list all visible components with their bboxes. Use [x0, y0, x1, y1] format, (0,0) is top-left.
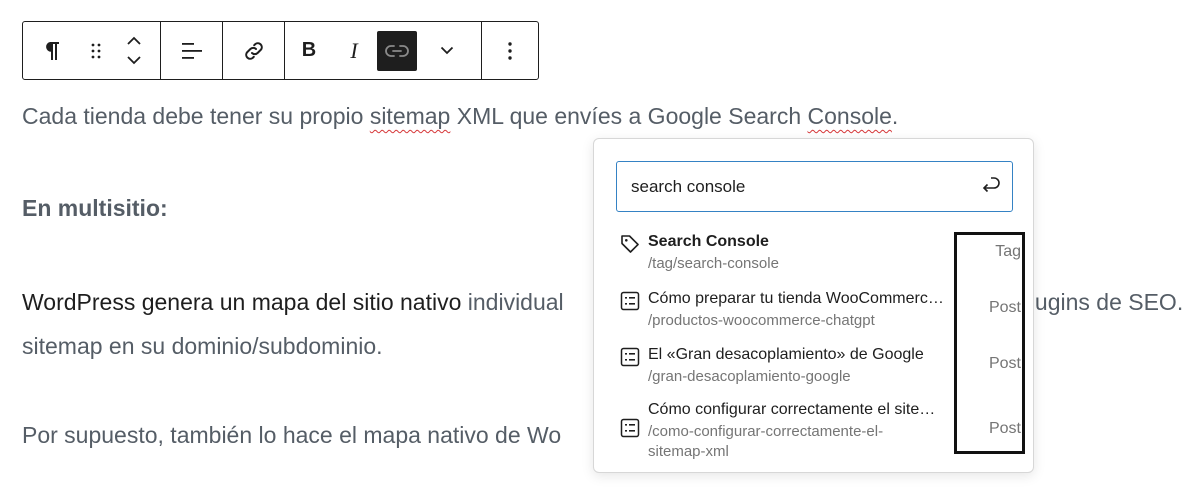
paragraph-5[interactable]: Por supuesto, también lo hace el mapa na…: [22, 416, 561, 454]
link-result-post[interactable]: Cómo preparar tu tienda WooCommerce para…: [612, 288, 952, 331]
link-result-post[interactable]: El «Gran desacoplamiento» de Google /gra…: [612, 344, 952, 387]
result-title: Cómo configurar correctamente el sitemap…: [648, 401, 944, 418]
paragraph-3-right-fragment: plugins de SEO.: [1017, 289, 1184, 315]
align-left-icon: [181, 41, 203, 61]
block-controls-group: [23, 22, 161, 79]
link-search-input[interactable]: [617, 162, 968, 211]
align-group: [161, 22, 223, 79]
unlink-icon: [385, 44, 409, 58]
italic-button[interactable]: I: [333, 22, 375, 79]
result-title: Cómo preparar tu tienda WooCommerce para…: [648, 290, 944, 307]
type-column-highlight: [954, 232, 1025, 454]
align-button[interactable]: [161, 22, 222, 79]
drag-handle-icon: [90, 42, 102, 60]
unlink-active-bg: [377, 30, 417, 71]
more-formatting-button[interactable]: [419, 22, 475, 79]
link-icon: [242, 39, 266, 63]
post-list-icon: [612, 344, 648, 368]
result-url: /tag/search-console: [648, 255, 779, 272]
p1-console-word: Console: [807, 103, 892, 129]
p1-text-middle: XML que envíes a Google Search: [450, 103, 808, 129]
unlink-button[interactable]: [375, 22, 419, 79]
link-popover: Search Console /tag/search-console Tag C…: [593, 138, 1034, 473]
link-result-tag[interactable]: Search Console /tag/search-console: [612, 231, 952, 274]
post-list-icon: [612, 288, 648, 312]
paragraph-4[interactable]: sitemap en su dominio/subdominio.: [22, 327, 383, 365]
link-group: [223, 22, 285, 79]
move-block-buttons[interactable]: [111, 22, 157, 79]
p1-period: .: [891, 103, 899, 129]
link-search-field: [616, 161, 1013, 212]
bold-button[interactable]: B: [285, 22, 333, 79]
link-button[interactable]: [223, 22, 284, 79]
paragraph-3[interactable]: WordPress genera un mapa del sitio nativ…: [22, 283, 564, 321]
block-toolbar: B I: [22, 21, 539, 80]
tag-icon: [612, 231, 648, 255]
result-url: /como-configurar-correctamente-el-: [648, 423, 884, 440]
options-button[interactable]: [482, 22, 538, 79]
italic-label: I: [350, 37, 358, 63]
drag-handle-button[interactable]: [81, 22, 111, 79]
paragraph-2-heading[interactable]: En multisitio:: [22, 189, 168, 227]
p1-sitemap-word: sitemap: [369, 103, 451, 129]
p1-text: Cada tienda debe tener su propio: [22, 103, 370, 129]
result-title: El «Gran desacoplamiento» de Google: [648, 346, 924, 363]
result-title: Search Console: [648, 233, 769, 250]
more-vertical-icon: [507, 41, 513, 61]
p3-text: individual: [461, 289, 564, 315]
paragraph-icon: [44, 41, 60, 61]
enter-icon: [979, 174, 1001, 199]
chevron-up-icon[interactable]: [126, 36, 142, 46]
post-list-icon: [612, 399, 648, 439]
link-result-post[interactable]: Cómo configurar correctamente el sitemap…: [612, 399, 952, 462]
result-url: /productos-woocommerce-chatgpt: [648, 312, 875, 329]
link-submit-button[interactable]: [968, 162, 1012, 211]
options-group: [482, 22, 538, 79]
paragraph-block-button[interactable]: [23, 22, 81, 79]
chevron-down-icon[interactable]: [126, 55, 142, 65]
paragraph-1[interactable]: Cada tienda debe tener su propio sitemap…: [22, 97, 898, 135]
result-url-continued: sitemap-xml: [648, 443, 729, 460]
result-url: /gran-desacoplamiento-google: [648, 368, 851, 385]
formatting-group: B I: [285, 22, 482, 79]
chevron-down-icon: [440, 46, 454, 55]
bold-label: B: [301, 39, 317, 61]
p3-linked-text: WordPress genera un mapa del sitio nativ…: [22, 289, 462, 315]
